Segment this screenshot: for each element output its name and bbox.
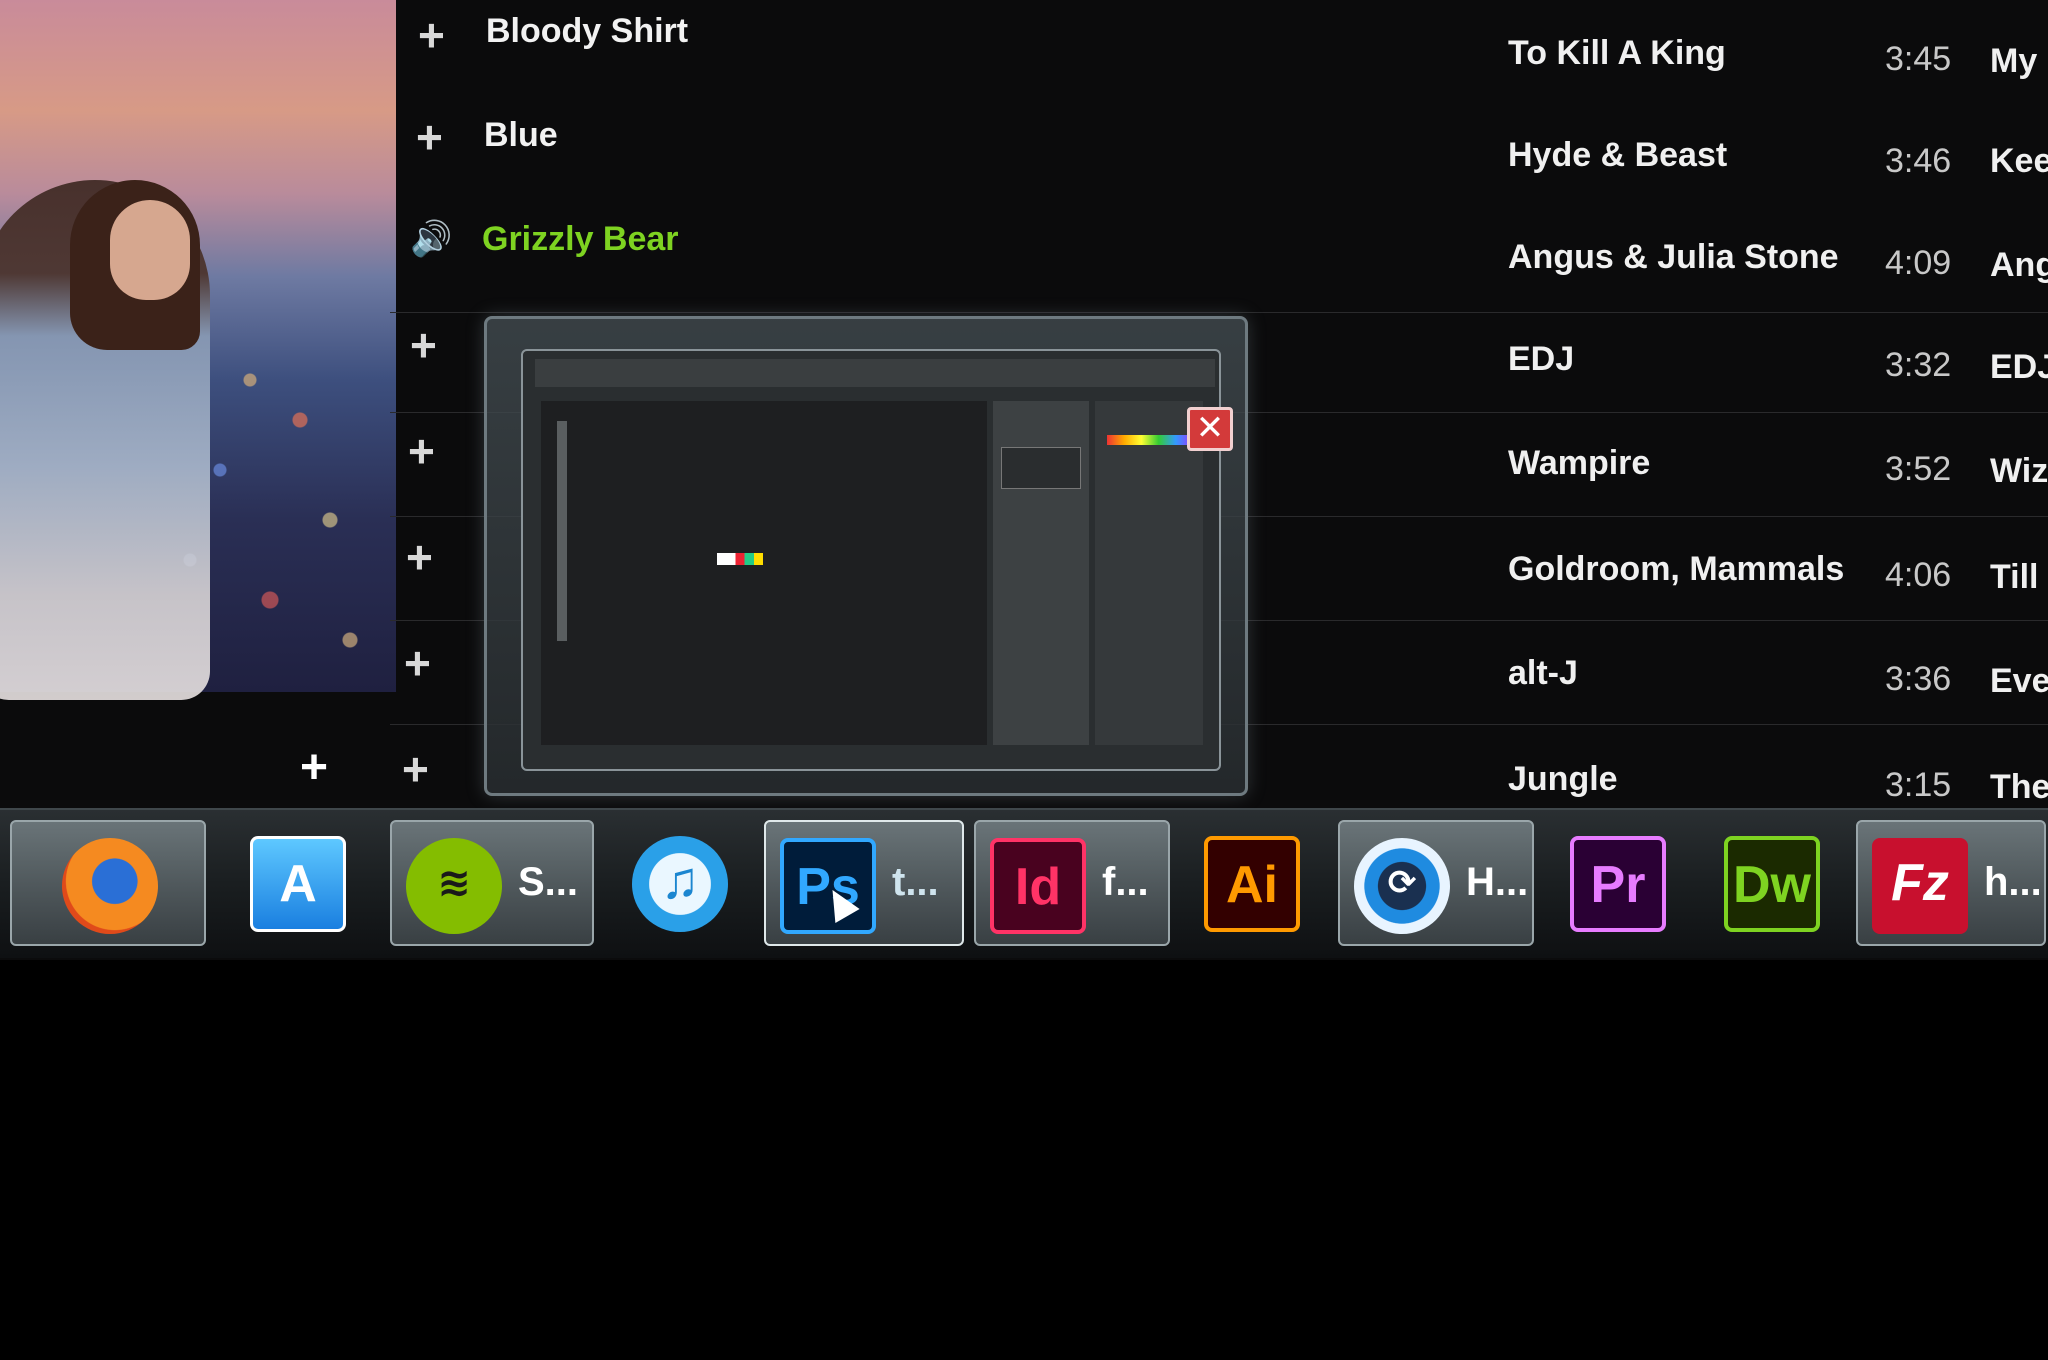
track-title[interactable]: Bloody Shirt xyxy=(486,12,688,51)
track-artist[interactable]: Wampire xyxy=(1508,444,1650,483)
taskbar-button-spotify[interactable]: ≋ S... xyxy=(390,820,594,946)
track-artist[interactable]: EDJ xyxy=(1508,340,1574,379)
track-duration: 3:32 xyxy=(1885,346,1952,384)
firefox-icon xyxy=(62,838,158,934)
track-artist[interactable]: alt-J xyxy=(1508,654,1578,693)
close-icon[interactable]: ✕ xyxy=(1187,407,1233,451)
premiere-icon: Pr xyxy=(1570,836,1666,932)
track-album[interactable]: EDJ xyxy=(1990,348,2048,387)
screen: + + Bloody Shirt + Blue 🔊 Grizzly Bear +… xyxy=(0,0,2048,960)
thumbnail-histogram xyxy=(1001,447,1081,489)
track-album[interactable]: The xyxy=(1990,768,2048,807)
track-artist[interactable]: To Kill A King xyxy=(1508,34,1726,73)
taskbar-label: h... xyxy=(1984,860,2042,904)
track-duration: 3:36 xyxy=(1885,660,1952,698)
track-album-playing[interactable]: Ang xyxy=(1990,246,2048,285)
thumbnail-canvas xyxy=(541,401,987,745)
now-playing-speaker-icon: 🔊 xyxy=(410,220,453,258)
add-track-icon[interactable]: + xyxy=(418,12,445,58)
track-title[interactable]: Blue xyxy=(484,116,558,155)
track-album[interactable]: Eve xyxy=(1990,662,2048,701)
add-album-button[interactable]: + xyxy=(300,740,328,795)
track-duration: 3:15 xyxy=(1885,766,1952,804)
taskbar-button-firefox[interactable] xyxy=(10,820,206,946)
taskbar-button-filezilla[interactable]: Fz h... xyxy=(1856,820,2046,946)
track-album[interactable]: Till xyxy=(1990,558,2039,597)
thumbnail-swatches xyxy=(1107,435,1193,445)
track-duration-playing: 4:09 xyxy=(1885,244,1952,282)
taskbar-label: S... xyxy=(518,860,579,904)
filezilla-icon: Fz xyxy=(1872,838,1968,934)
add-track-icon[interactable]: + xyxy=(416,114,443,160)
taskbar-button-photoshop[interactable]: Ps t... xyxy=(764,820,964,946)
app-store-icon: A xyxy=(250,836,346,932)
taskbar-button-app-store[interactable]: A xyxy=(236,820,360,946)
track-duration: 3:46 xyxy=(1885,142,1952,180)
add-track-icon[interactable]: + xyxy=(402,746,429,792)
illustrator-icon: Ai xyxy=(1204,836,1300,932)
thumbnail-panel xyxy=(1095,401,1203,745)
taskbar-button-dreamweaver[interactable]: Dw xyxy=(1710,820,1834,946)
itunes-icon: ♫ xyxy=(632,836,728,932)
add-track-icon[interactable]: + xyxy=(410,322,437,368)
taskbar: A ≋ S... ♫ Ps t... Id f... Ai ⟳ H... Pr … xyxy=(0,808,2048,958)
track-artist[interactable]: Goldroom, Mammals xyxy=(1508,550,1844,589)
spotify-icon: ≋ xyxy=(406,838,502,934)
timer-icon: ⟳ xyxy=(1354,838,1450,934)
track-duration: 4:06 xyxy=(1885,556,1952,594)
taskbar-label: H... xyxy=(1466,860,1529,904)
add-track-icon[interactable]: + xyxy=(408,428,435,474)
taskbar-button-illustrator[interactable]: Ai xyxy=(1190,820,1314,946)
taskbar-button-timer[interactable]: ⟳ H... xyxy=(1338,820,1534,946)
thumbnail-toolbar xyxy=(557,421,567,641)
taskbar-button-indesign[interactable]: Id f... xyxy=(974,820,1170,946)
indesign-icon: Id xyxy=(990,838,1086,934)
taskbar-button-premiere[interactable]: Pr xyxy=(1556,820,1680,946)
album-face xyxy=(110,200,190,300)
window-preview[interactable]: ✕ xyxy=(484,316,1248,796)
album-art xyxy=(0,0,396,700)
track-artist[interactable]: Hyde & Beast xyxy=(1508,136,1727,175)
thumbnail-menubar xyxy=(535,359,1215,387)
add-track-icon[interactable]: + xyxy=(406,534,433,580)
thumbnail-artwork xyxy=(717,553,763,565)
add-track-icon[interactable]: + xyxy=(404,640,431,686)
taskbar-label: f... xyxy=(1102,860,1149,904)
photoshop-window-thumbnail[interactable]: ✕ xyxy=(521,349,1233,771)
taskbar-button-itunes[interactable]: ♫ xyxy=(618,820,742,946)
track-album[interactable]: Wiz xyxy=(1990,452,2048,491)
track-title-playing[interactable]: Grizzly Bear xyxy=(482,220,679,259)
track-artist-playing[interactable]: Angus & Julia Stone xyxy=(1508,238,1839,277)
track-artist[interactable]: Jungle xyxy=(1508,760,1618,799)
dreamweaver-icon: Dw xyxy=(1724,836,1820,932)
track-duration: 3:52 xyxy=(1885,450,1952,488)
photoshop-icon: Ps xyxy=(780,838,876,934)
track-duration: 3:45 xyxy=(1885,40,1952,78)
taskbar-label: t... xyxy=(892,860,939,904)
track-album[interactable]: Kee xyxy=(1990,142,2048,181)
row-divider xyxy=(390,312,2048,313)
track-album[interactable]: My xyxy=(1990,42,2037,81)
